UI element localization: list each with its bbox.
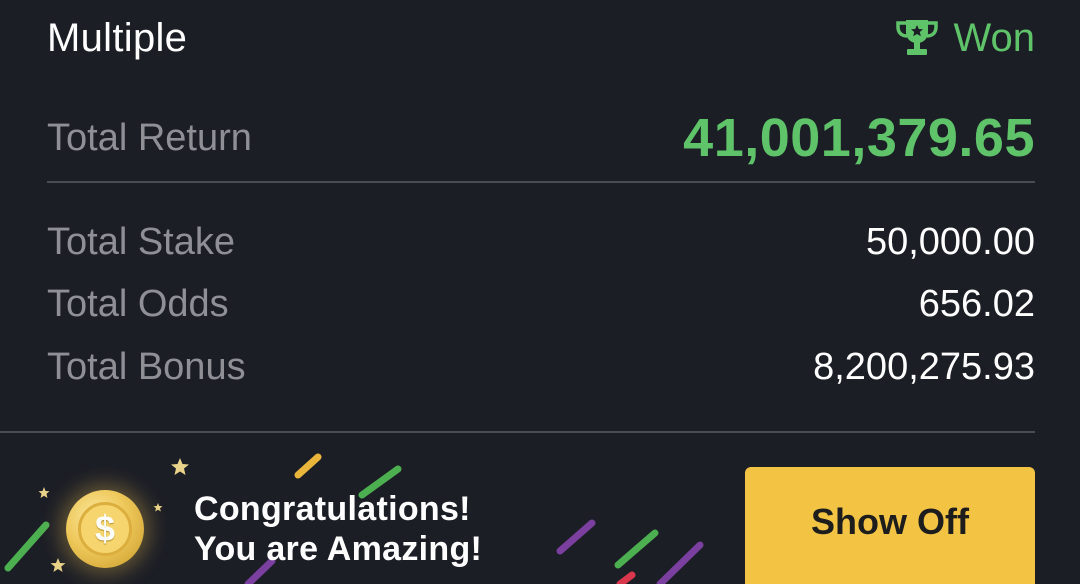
total-return-label: Total Return bbox=[47, 116, 252, 159]
dollar-coin-icon: $ bbox=[66, 490, 144, 568]
congratulations-message: Congratulations! You are Amazing! bbox=[194, 489, 482, 569]
divider bbox=[47, 181, 1035, 183]
congratulations-banner: $ Congratulations! You are Amazing! Show… bbox=[0, 433, 1080, 584]
total-return-row: Total Return 41,001,379.65 bbox=[47, 106, 1035, 170]
total-odds-row: Total Odds 656.02 bbox=[47, 278, 1035, 330]
trophy-icon bbox=[896, 20, 939, 55]
congratulations-line-2: You are Amazing! bbox=[194, 530, 483, 568]
coin-symbol: $ bbox=[78, 502, 132, 556]
total-bonus-value: 8,200,275.93 bbox=[813, 345, 1035, 388]
total-stake-value: 50,000.00 bbox=[865, 220, 1035, 263]
bet-type-title: Multiple bbox=[47, 15, 188, 60]
bet-status: Won bbox=[895, 16, 1035, 61]
status-label: Won bbox=[953, 15, 1035, 60]
show-off-button[interactable]: Show Off bbox=[745, 467, 1035, 584]
congratulations-line-1: Congratulations! bbox=[194, 490, 471, 528]
total-stake-row: Total Stake 50,000.00 bbox=[47, 216, 1035, 268]
total-odds-label: Total Odds bbox=[47, 282, 229, 325]
total-return-value: 41,001,379.65 bbox=[683, 108, 1035, 168]
total-bonus-row: Total Bonus 8,200,275.93 bbox=[47, 341, 1035, 393]
total-bonus-label: Total Bonus bbox=[47, 345, 246, 388]
bet-header: Multiple Won bbox=[47, 10, 1035, 66]
total-odds-value: 656.02 bbox=[918, 282, 1035, 325]
total-stake-label: Total Stake bbox=[47, 220, 235, 263]
